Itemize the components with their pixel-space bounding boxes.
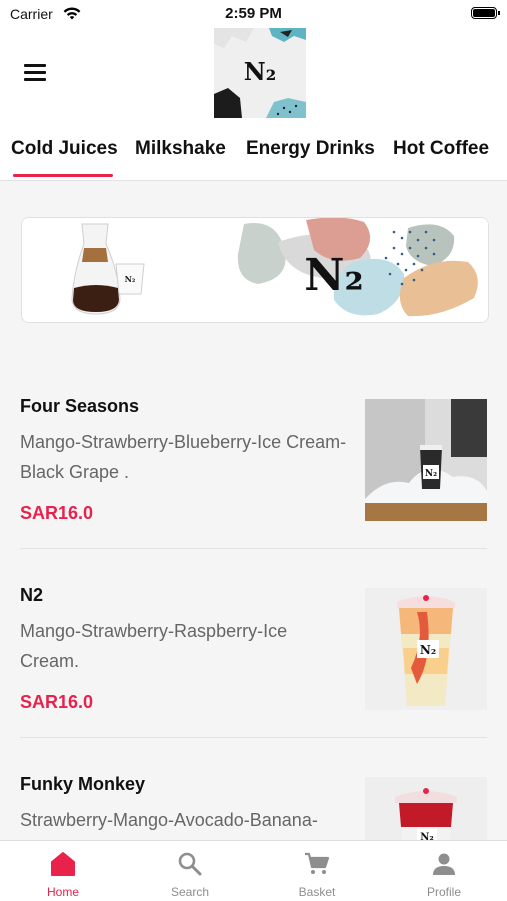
product-price: SAR16.0 — [20, 503, 94, 523]
promo-banner[interactable]: N₂ N₂ — [21, 217, 489, 323]
svg-text:N₂: N₂ — [244, 57, 276, 86]
active-tab-indicator — [13, 174, 113, 177]
svg-text:N₂: N₂ — [125, 274, 136, 284]
nav-profile[interactable]: Profile — [381, 841, 507, 901]
clock: 2:59 PM — [225, 5, 282, 22]
product-price: SAR16.0 — [20, 692, 94, 712]
cart-icon — [304, 851, 330, 877]
tab-hot-coffee[interactable]: Hot Coffee — [393, 138, 489, 160]
nav-profile-label: Profile — [426, 885, 461, 899]
nav-basket-label: Basket — [298, 885, 336, 899]
product-description: Mango-Strawberry-Blueberry-Ice Cream-Bla… — [20, 432, 347, 482]
tab-milkshake[interactable]: Milkshake — [135, 138, 226, 160]
svg-text:N₂: N₂ — [304, 250, 364, 301]
nav-search[interactable]: Search — [127, 841, 253, 901]
product-name: Four Seasons — [20, 396, 140, 416]
profile-icon — [431, 851, 457, 877]
svg-text:N₂: N₂ — [420, 643, 436, 657]
product-name: Funky Monkey — [20, 774, 146, 794]
top-bar: N₂ — [0, 28, 507, 124]
nav-home-label: Home — [46, 885, 79, 899]
product-image: N₂ — [365, 588, 487, 710]
menu-icon[interactable] — [24, 64, 46, 81]
product-name: N2 — [20, 585, 44, 605]
nav-home[interactable]: Home — [0, 841, 126, 901]
bottom-nav: Home Search Basket Profile — [0, 840, 507, 901]
divider — [20, 548, 487, 549]
divider — [20, 737, 487, 738]
tab-cold-juices[interactable]: Cold Juices — [11, 138, 118, 160]
svg-text:N₂: N₂ — [425, 469, 437, 479]
product-description: Strawberry-Mango-Avocado-Banana- — [20, 810, 318, 830]
tab-energy-drinks[interactable]: Energy Drinks — [246, 138, 375, 160]
product-description: Mango-Strawberry-Raspberry-Ice Cream. — [20, 621, 288, 671]
battery-icon — [471, 7, 497, 19]
status-bar: Carrier 2:59 PM — [0, 0, 507, 28]
nav-search-label: Search — [170, 885, 210, 899]
product-image: N₂ — [365, 399, 487, 521]
home-icon — [50, 851, 76, 877]
nav-basket[interactable]: Basket — [254, 841, 380, 901]
category-tabs: Cold Juices Milkshake Energy Drinks Hot … — [0, 124, 507, 181]
search-icon — [177, 851, 203, 877]
brand-logo: N₂ — [214, 28, 306, 118]
